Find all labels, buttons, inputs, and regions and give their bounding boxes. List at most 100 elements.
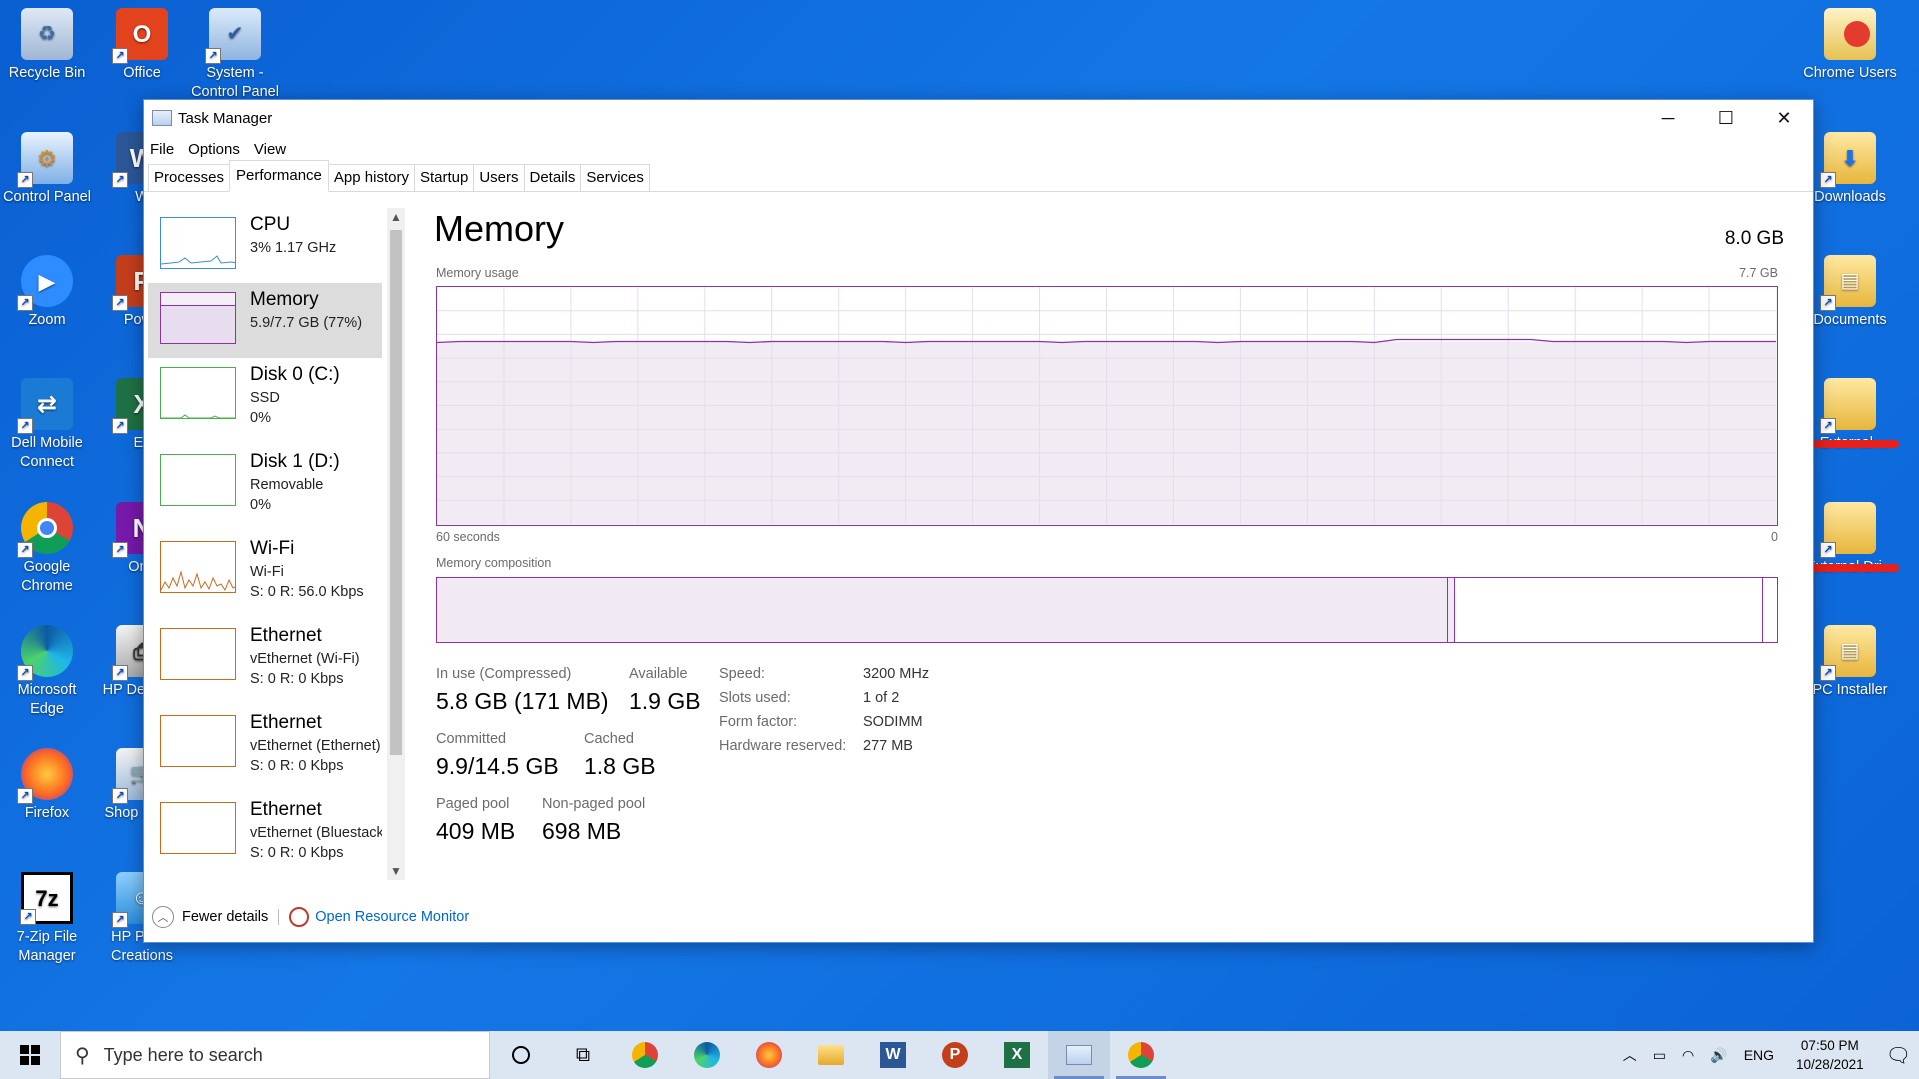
maximize-button[interactable]: ☐ (1697, 100, 1755, 136)
scroll-up-icon[interactable]: ▲ (387, 208, 405, 226)
desktop-icon-chrome-users[interactable]: Chrome Users (1803, 8, 1897, 83)
tab-startup[interactable]: Startup (413, 164, 475, 191)
desktop-icon-dell-mobile-connect[interactable]: ⇄ ↗ Dell Mobile Connect (0, 378, 94, 472)
window-footer: ︿ Fewer details Open Resource Monitor (152, 903, 469, 931)
sidebar-item-disk1[interactable]: Disk 1 (D:) Removable 0% (148, 445, 382, 520)
taskbar-excel[interactable]: X (986, 1031, 1048, 1079)
desktop-icon-7zip[interactable]: 7z ↗ 7-Zip File Manager (0, 872, 94, 966)
taskbar-chrome-2[interactable] (1110, 1031, 1172, 1079)
menu-view[interactable]: View (254, 141, 286, 158)
desktop-icon-office[interactable]: O ↗ Office (95, 8, 189, 83)
non-paged-pool-value: 698 MB (542, 818, 622, 844)
taskbar-firefox[interactable] (738, 1031, 800, 1079)
search-icon: ⚲ (75, 1044, 90, 1067)
documents-folder-icon: ▤ ↗ (1820, 255, 1876, 311)
volume-icon[interactable]: 🔊 (1710, 1047, 1727, 1064)
desktop-icon-documents[interactable]: ▤ ↗ Documents (1803, 255, 1897, 330)
sidebar-item-ethernet-ethernet[interactable]: Ethernet vEthernet (Ethernet) S: 0 R: 0 … (148, 706, 382, 781)
language-indicator[interactable]: ENG (1744, 1047, 1774, 1063)
menu-file[interactable]: File (150, 141, 174, 158)
redaction-mark (1813, 440, 1899, 448)
panel-title: Memory (434, 208, 565, 249)
cortana-button[interactable] (490, 1031, 552, 1079)
composition-modified[interactable] (1447, 578, 1455, 642)
desktop-icon-pc-installer[interactable]: ▤ ↗ PC Installer (1803, 625, 1897, 700)
composition-standby[interactable] (1454, 578, 1763, 642)
system-icon: ✔ ↗ (205, 8, 261, 64)
resource-monitor-icon (289, 907, 310, 927)
taskbar: ⚲ Type here to search ⧉ W P X ︿ ▭ ◠ 🔊 EN… (0, 1031, 1919, 1079)
desktop-icon-external-1[interactable]: ↗ - External ... (1803, 378, 1899, 453)
non-paged-pool-label: Non-paged pool (542, 796, 646, 812)
tab-details[interactable]: Details (523, 164, 582, 191)
title-bar[interactable]: Task Manager ─ ☐ ✕ (144, 100, 1813, 136)
ethernet-mini-graph (160, 802, 236, 854)
taskbar-file-explorer[interactable] (800, 1031, 862, 1079)
ethernet-mini-graph (160, 715, 236, 767)
memory-usage-graph (436, 286, 1778, 526)
cached-label: Cached (584, 731, 634, 747)
tab-services[interactable]: Services (580, 164, 650, 191)
desktop-icon-control-panel[interactable]: ⚙ ↗ Control Panel (0, 132, 94, 207)
taskbar-chrome[interactable] (614, 1031, 676, 1079)
sidebar-item-ethernet-wifi[interactable]: Ethernet vEthernet (Wi-Fi) S: 0 R: 0 Kbp… (148, 619, 382, 694)
desktop-icon-google-chrome[interactable]: ↗ Google Chrome (0, 502, 94, 596)
scroll-down-icon[interactable]: ▼ (387, 862, 405, 880)
desktop-icon-firefox[interactable]: ↗ Firefox (0, 748, 94, 823)
task-view-button[interactable]: ⧉ (552, 1031, 614, 1079)
sidebar-item-memory[interactable]: Memory 5.9/7.7 GB (77%) (148, 283, 382, 358)
ethernet-mini-graph (160, 628, 236, 680)
desktop-icon-system-control-panel[interactable]: ✔ ↗ System - Control Panel (188, 8, 282, 102)
close-button[interactable]: ✕ (1755, 100, 1813, 136)
notifications-icon[interactable]: 🗨 (1886, 1043, 1911, 1068)
desktop-icon-recycle-bin[interactable]: ♻ Recycle Bin (0, 8, 94, 83)
desktop-icon-zoom[interactable]: ▶ ↗ Zoom (0, 255, 94, 330)
desktop-icon-external-2[interactable]: ↗ External Dri... (1803, 502, 1899, 577)
sidebar-item-disk0[interactable]: Disk 0 (C:) SSD 0% (148, 358, 382, 433)
window-title: Task Manager (178, 109, 273, 127)
taskbar-word[interactable]: W (862, 1031, 924, 1079)
sidebar-item-cpu[interactable]: CPU 3% 1.17 GHz (148, 208, 382, 283)
open-resource-monitor-link[interactable]: Open Resource Monitor (315, 909, 469, 925)
task-view-icon: ⧉ (575, 1043, 591, 1066)
folder-icon: ↗ (1820, 502, 1876, 558)
desktop-icon-downloads[interactable]: ⬇ ↗ Downloads (1803, 132, 1897, 207)
in-use-label: In use (Compressed) (436, 666, 572, 682)
taskbar-search-box[interactable]: ⚲ Type here to search (60, 1031, 490, 1079)
spec-speed-label: Speed: (719, 666, 765, 682)
disk0-mini-graph (160, 367, 236, 419)
committed-value: 9.9/14.5 GB (436, 753, 559, 779)
task-manager-icon (1066, 1045, 1092, 1065)
start-button[interactable] (0, 1031, 60, 1079)
sidebar-item-wifi[interactable]: Wi-Fi Wi-Fi S: 0 R: 56.0 Kbps (148, 532, 382, 607)
scrollbar-thumb[interactable] (390, 230, 402, 755)
fewer-details-button[interactable]: Fewer details (182, 909, 268, 925)
composition-in-use[interactable] (437, 578, 1448, 642)
spec-speed-value: 3200 MHz (863, 666, 930, 682)
memory-panel: Memory 8.0 GB Memory usage 7.7 GB 60 sec… (434, 208, 1804, 880)
wifi-icon[interactable]: ◠ (1682, 1047, 1694, 1064)
chevron-up-icon[interactable]: ︿ (152, 906, 174, 928)
clock[interactable]: 07:50 PM 10/28/2021 (1796, 1036, 1864, 1074)
taskbar-edge[interactable] (676, 1031, 738, 1079)
minimize-button[interactable]: ─ (1639, 100, 1697, 136)
tab-processes[interactable]: Processes (148, 164, 231, 191)
memory-composition-label: Memory composition (436, 556, 552, 570)
task-manager-app-icon (152, 110, 172, 126)
redaction-mark (1803, 564, 1899, 572)
chrome-icon (632, 1042, 658, 1068)
sidebar-item-ethernet-bluestacks[interactable]: Ethernet vEthernet (Bluestacks S: 0 R: 0… (148, 793, 382, 868)
tab-users[interactable]: Users (473, 164, 525, 191)
desktop-icon-microsoft-edge[interactable]: ↗ Microsoft Edge (0, 625, 94, 719)
taskbar-task-manager[interactable] (1048, 1031, 1110, 1079)
sidebar-scrollbar[interactable]: ▲ ▼ (387, 208, 405, 880)
folder-icon: ↗ (1820, 378, 1876, 434)
tab-performance[interactable]: Performance (229, 160, 329, 192)
menu-options[interactable]: Options (188, 141, 240, 158)
taskbar-powerpoint[interactable]: P (924, 1031, 986, 1079)
tab-strip: Processes Performance App history Startu… (144, 160, 1813, 192)
tab-app-history[interactable]: App history (327, 164, 415, 191)
memory-composition-bar[interactable] (436, 577, 1778, 643)
show-hidden-icons-chevron-icon[interactable]: ︿ (1623, 1045, 1637, 1065)
battery-icon[interactable]: ▭ (1653, 1047, 1666, 1064)
